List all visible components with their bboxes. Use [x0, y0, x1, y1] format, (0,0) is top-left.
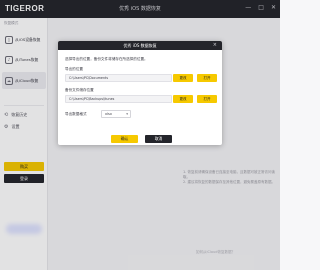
open-backup-button[interactable]: 打开 [197, 95, 217, 103]
backup-location-label: 备份文件储存位置 [65, 88, 94, 92]
close-icon[interactable]: × [213, 42, 217, 48]
change-export-button[interactable]: 更改 [173, 74, 193, 82]
dialog-description: 选择导出的位置，备份文件将储存在所选择的位置。 [65, 57, 148, 61]
open-export-button[interactable]: 打开 [197, 74, 217, 82]
cancel-button[interactable]: 取消 [145, 135, 172, 143]
export-path-field[interactable]: C:\Users\PC\Documents [65, 74, 172, 82]
backup-path-field[interactable]: C:\Users\PC\Backups\itunes [65, 95, 172, 103]
dialog-header: 优秀 iOS 数据恢复 × [58, 41, 222, 50]
confirm-button[interactable]: 确认 [111, 135, 138, 143]
export-location-label: 导出的位置 [65, 67, 83, 71]
chevron-down-icon: ▾ [126, 112, 128, 116]
export-dialog: 优秀 iOS 数据恢复 × 选择导出的位置，备份文件将储存在所选择的位置。 导出… [58, 41, 222, 145]
format-value: xlsx [105, 112, 112, 116]
format-label: 导出数据格式 [65, 112, 87, 116]
format-select[interactable]: xlsx ▾ [101, 110, 131, 118]
change-backup-button[interactable]: 更改 [173, 95, 193, 103]
dialog-title: 优秀 iOS 数据恢复 [123, 43, 157, 48]
